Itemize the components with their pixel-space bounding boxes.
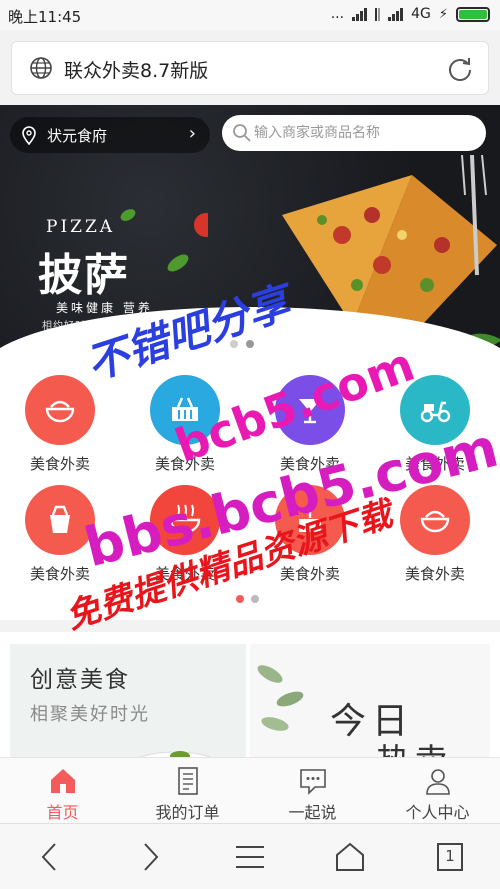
category-icon-circle	[400, 485, 470, 555]
bowl-icon	[420, 510, 450, 533]
location-selector[interactable]: 状元食府 ›	[10, 117, 210, 153]
user-icon	[425, 769, 450, 795]
category-icon-circle	[275, 375, 345, 445]
cake-icon	[299, 506, 321, 532]
search-input[interactable]	[254, 122, 474, 144]
browser-nav-bar: 1	[0, 823, 500, 889]
tab-profile[interactable]: 个人中心	[375, 758, 500, 823]
category-icon-circle	[150, 485, 220, 555]
promo-section: 创意美食 相聚美好时光 今日 热卖	[0, 632, 500, 757]
category-item[interactable]: 美食外卖	[5, 375, 115, 485]
banner-title-en: PIZZA	[46, 217, 116, 237]
tab-my-orders[interactable]: 我的订单	[125, 758, 250, 823]
category-dot[interactable]	[251, 595, 259, 603]
category-item[interactable]: 美食外卖	[380, 375, 490, 485]
cocktail-icon	[299, 399, 321, 424]
signal-icon-2	[388, 7, 404, 21]
category-icon-circle	[25, 485, 95, 555]
tabs-button[interactable]: 1	[432, 840, 468, 874]
promo-right-title-2: 热卖	[376, 734, 452, 757]
category-item[interactable]: 美食外卖	[255, 375, 365, 485]
takeout-box-icon	[50, 505, 70, 533]
location-name: 状元食府	[47, 127, 108, 145]
reload-icon[interactable]	[446, 55, 474, 83]
page-title: 联众外卖8.7新版	[64, 60, 209, 82]
status-icons: ... 4G ⚡	[331, 6, 490, 22]
category-label: 美食外卖	[279, 455, 340, 473]
status-time: 晚上11:45	[8, 8, 82, 26]
tab-label: 个人中心	[405, 803, 470, 822]
banner-pagination[interactable]	[230, 340, 254, 348]
more-dots: ...	[330, 6, 345, 22]
banner[interactable]: PIZZA 披萨 美味健康 营养 相约好时光 相约披萨 状元食府 ›	[0, 105, 500, 357]
tab-home[interactable]: 首页	[0, 758, 125, 823]
location-pin-icon	[22, 126, 36, 145]
category-item[interactable]: 美食外卖	[130, 375, 240, 485]
tab-label: 我的订单	[155, 803, 220, 822]
category-icon-circle	[275, 485, 345, 555]
banner-dot[interactable]	[246, 340, 254, 348]
dish-image	[138, 751, 212, 757]
category-item[interactable]: 美食外卖	[380, 485, 490, 595]
category-icon-circle	[400, 375, 470, 445]
status-bar: 晚上11:45 ... 4G ⚡	[0, 0, 500, 30]
signal-icon	[352, 7, 368, 21]
tab-chat[interactable]: 一起说	[250, 758, 375, 823]
home-icon	[50, 769, 75, 793]
category-icon-circle	[25, 375, 95, 445]
search-box[interactable]	[222, 115, 486, 151]
back-icon[interactable]	[32, 840, 68, 874]
promo-card-creative-food[interactable]: 创意美食 相聚美好时光	[10, 644, 246, 757]
category-pagination[interactable]	[236, 595, 259, 603]
category-item[interactable]: 美食外卖	[130, 485, 240, 595]
category-label: 美食外卖	[29, 565, 90, 583]
bowl-icon	[45, 400, 75, 423]
chevron-right-icon: ›	[188, 123, 196, 144]
menu-icon[interactable]	[232, 840, 268, 874]
bottom-tab-bar: 首页 我的订单 一起说 个人中心	[0, 757, 500, 823]
category-label: 美食外卖	[404, 565, 465, 583]
promo-left-subtitle: 相聚美好时光	[30, 704, 150, 725]
forward-icon[interactable]	[132, 840, 168, 874]
banner-dot[interactable]	[230, 340, 238, 348]
chat-icon	[299, 769, 326, 795]
banner-title-cn: 披萨	[38, 250, 130, 301]
category-item[interactable]: 美食外卖	[5, 485, 115, 595]
category-label: 美食外卖	[279, 565, 340, 583]
category-label: 美食外卖	[154, 455, 215, 473]
globe-icon	[30, 57, 52, 79]
battery-icon	[456, 6, 490, 22]
home-nav-icon[interactable]	[332, 840, 368, 874]
network-type: 4G	[411, 6, 431, 22]
promo-left-title: 创意美食	[30, 667, 130, 693]
plant-image	[257, 665, 304, 731]
data-transfer-icon	[375, 7, 381, 21]
tab-label: 一起说	[288, 803, 337, 822]
category-label: 美食外卖	[404, 455, 465, 473]
basil-decoration	[120, 209, 208, 272]
category-dot-active[interactable]	[236, 595, 244, 603]
scooter-icon	[420, 401, 451, 423]
category-icon-circle	[150, 375, 220, 445]
order-list-icon	[177, 767, 198, 795]
category-grid: 美食外卖 美食外卖 美食外卖 美食外卖 美食外卖 美食外卖 美食外卖 美食外卖	[0, 357, 500, 620]
category-item[interactable]: 美食外卖	[255, 485, 365, 595]
basket-icon	[172, 397, 198, 421]
promo-card-today-hot[interactable]: 今日 热卖	[250, 644, 490, 757]
category-label: 美食外卖	[29, 455, 90, 473]
search-icon	[233, 124, 251, 142]
charging-icon: ⚡	[438, 6, 448, 22]
browser-address-bar[interactable]: 联众外卖8.7新版	[11, 41, 489, 95]
category-label: 美食外卖	[154, 565, 215, 583]
noodle-bowl-icon	[169, 504, 201, 534]
tab-count: 1	[445, 847, 455, 865]
tab-label: 首页	[46, 803, 79, 822]
